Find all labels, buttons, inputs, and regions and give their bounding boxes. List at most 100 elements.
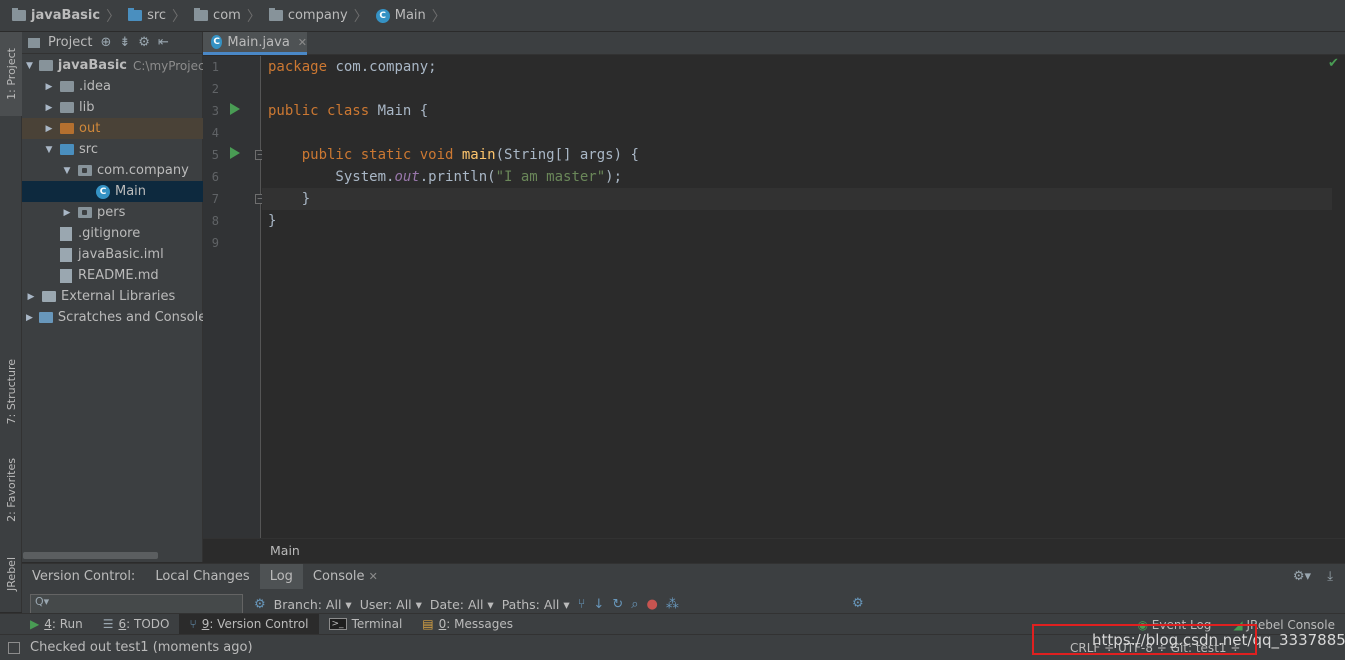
expand-arrow-icon[interactable]: ▼ bbox=[26, 61, 33, 71]
messages-tool-button[interactable]: ▤ 0: Messages bbox=[412, 614, 523, 635]
expand-arrow-icon[interactable]: ▼ bbox=[44, 145, 54, 155]
folder-icon bbox=[60, 102, 74, 113]
tab-console[interactable]: Console ✕ bbox=[303, 564, 388, 589]
tree-item[interactable]: ▼ com.company bbox=[22, 160, 203, 181]
version-control-tool-button[interactable]: ⑂ 9: Version Control bbox=[179, 613, 319, 635]
editor-tab-bar: C Main.java ✕ bbox=[203, 32, 1345, 55]
expand-arrow-icon[interactable]: ▶ bbox=[26, 313, 33, 323]
class-icon: C bbox=[96, 184, 110, 199]
tab-favorites[interactable]: 2: Favorites bbox=[0, 448, 22, 532]
tree-item[interactable]: ▶ lib bbox=[22, 97, 203, 118]
tree-item[interactable]: ▶ out bbox=[22, 118, 203, 139]
log-filters: ⚙ Branch: All ▾ User: All ▾ Date: All ▾ … bbox=[254, 594, 679, 614]
breadcrumb-src[interactable]: src 〉 bbox=[124, 4, 190, 28]
branch-icon[interactable]: ⑂ bbox=[578, 597, 586, 612]
class-icon: C bbox=[211, 35, 223, 49]
package-icon bbox=[78, 165, 92, 176]
highlight-annotation bbox=[1032, 624, 1257, 655]
tab-project[interactable]: 1: Project bbox=[0, 32, 22, 116]
branch-filter[interactable]: Branch: All ▾ bbox=[274, 597, 352, 612]
breadcrumb-company[interactable]: company 〉 bbox=[265, 4, 372, 28]
tab-local-changes[interactable]: Local Changes bbox=[145, 564, 259, 589]
tree-item-label: pers bbox=[97, 205, 126, 220]
tree-item[interactable]: ▼ javaBasic C:\myProject\ bbox=[22, 55, 203, 76]
tab-jrebel[interactable]: JRebel bbox=[0, 546, 22, 602]
code-editor[interactable]: package com.company; public class Main {… bbox=[262, 56, 1345, 538]
todo-tool-button[interactable]: ☰ 6: TODO bbox=[93, 614, 180, 635]
messages-icon: ▤ bbox=[422, 617, 434, 631]
gear-icon[interactable]: ⚙▾ bbox=[1293, 569, 1311, 584]
project-view-selector[interactable]: Project bbox=[48, 35, 92, 50]
breadcrumb-main[interactable]: C Main 〉 bbox=[372, 4, 450, 28]
tab-main-java[interactable]: C Main.java ✕ bbox=[203, 32, 307, 55]
graph-options-icon[interactable]: ⁂ bbox=[666, 597, 679, 612]
tree-item[interactable]: .gitignore bbox=[22, 223, 203, 244]
line-number: 8 bbox=[211, 214, 219, 228]
source-folder-icon bbox=[128, 8, 143, 21]
hide-icon[interactable]: ⇤ bbox=[158, 35, 169, 50]
editor-breadcrumb[interactable]: Main bbox=[203, 538, 1345, 562]
tree-item-label: .idea bbox=[79, 79, 111, 94]
line-number: 3 bbox=[211, 104, 219, 118]
tree-item-path: C:\myProject\ bbox=[132, 58, 203, 73]
editor-gutter: 123456789 − − bbox=[203, 56, 265, 538]
line-number: 4 bbox=[211, 126, 219, 140]
run-icon[interactable] bbox=[230, 147, 240, 159]
settings-icon[interactable]: ⚙ bbox=[852, 596, 864, 611]
line-number: 9 bbox=[211, 236, 219, 250]
cherry-pick-icon[interactable]: ● bbox=[647, 597, 658, 612]
expand-arrow-icon[interactable]: ▶ bbox=[62, 208, 72, 218]
terminal-tool-button[interactable]: >_ Terminal bbox=[319, 614, 413, 635]
tree-item-label: com.company bbox=[97, 163, 189, 178]
check-icon: ✔ bbox=[1328, 56, 1339, 71]
close-icon[interactable]: ✕ bbox=[369, 570, 378, 583]
folder-icon bbox=[38, 60, 53, 71]
toggle-tool-windows-icon[interactable] bbox=[8, 641, 20, 654]
tree-item[interactable]: ▶ pers bbox=[22, 202, 203, 223]
tab-structure[interactable]: 7: Structure bbox=[0, 350, 22, 434]
run-icon[interactable] bbox=[230, 103, 240, 115]
collapse-icon[interactable]: ⇟ bbox=[119, 35, 130, 50]
locate-icon[interactable]: ⊕ bbox=[100, 35, 111, 50]
class-icon: C bbox=[375, 8, 390, 23]
tree-item[interactable]: C Main bbox=[22, 181, 203, 202]
horizontal-scrollbar[interactable] bbox=[23, 552, 158, 559]
code-line-8: } bbox=[268, 213, 277, 229]
code-line-5: public static void main(String[] args) { bbox=[301, 147, 639, 163]
date-filter[interactable]: Date: All ▾ bbox=[430, 597, 494, 612]
down-arrow-icon[interactable]: ↓ bbox=[593, 597, 604, 612]
tree-item[interactable]: README.md bbox=[22, 265, 203, 286]
paths-filter[interactable]: Paths: All ▾ bbox=[502, 597, 570, 612]
tree-item[interactable]: ▶ Scratches and Consoles bbox=[22, 307, 203, 328]
tree-item-label: lib bbox=[79, 100, 95, 115]
folder-icon bbox=[60, 81, 74, 92]
expand-arrow-icon[interactable]: ▶ bbox=[44, 82, 54, 92]
file-icon bbox=[60, 268, 72, 283]
tree-item[interactable]: javaBasic.iml bbox=[22, 244, 203, 265]
tab-log[interactable]: Log bbox=[259, 564, 303, 589]
tree-item[interactable]: ▶ External Libraries bbox=[22, 286, 203, 307]
breadcrumb-project[interactable]: javaBasic 〉 bbox=[8, 4, 124, 28]
project-panel-header: Project ⊕ ⇟ ⚙ ⇤ bbox=[22, 32, 202, 54]
expand-arrow-icon[interactable]: ▶ bbox=[44, 124, 54, 134]
close-icon[interactable]: ✕ bbox=[298, 36, 307, 49]
log-search-input[interactable]: Q▾ bbox=[30, 594, 243, 614]
project-panel: Project ⊕ ⇟ ⚙ ⇤ ▼ javaBasic C:\myProject\ ▶… bbox=[22, 32, 203, 562]
expand-arrow-icon[interactable]: ▼ bbox=[62, 166, 72, 176]
tree-item-label: Scratches and Consoles bbox=[57, 310, 203, 325]
expand-arrow-icon[interactable]: ▶ bbox=[26, 292, 36, 302]
refresh-icon[interactable]: ↻ bbox=[612, 597, 623, 612]
run-tool-button[interactable]: ▶ 4: Run bbox=[0, 614, 93, 635]
tree-item[interactable]: ▼ src bbox=[22, 139, 203, 160]
line-number: 6 bbox=[211, 170, 219, 184]
user-filter[interactable]: User: All ▾ bbox=[360, 597, 422, 612]
line-number: 1 bbox=[211, 60, 219, 74]
expand-arrow-icon[interactable]: ▶ bbox=[44, 103, 54, 113]
tree-item[interactable]: ▶ .idea bbox=[22, 76, 203, 97]
breadcrumb-com[interactable]: com 〉 bbox=[190, 4, 265, 28]
gear-icon[interactable]: ⚙ bbox=[254, 597, 266, 612]
search-icon[interactable]: ⌕ bbox=[631, 597, 638, 612]
tree-item-label: out bbox=[79, 121, 101, 136]
hide-panel-icon[interactable]: ⤓ bbox=[1327, 569, 1333, 584]
gear-icon[interactable]: ⚙ bbox=[138, 35, 150, 50]
